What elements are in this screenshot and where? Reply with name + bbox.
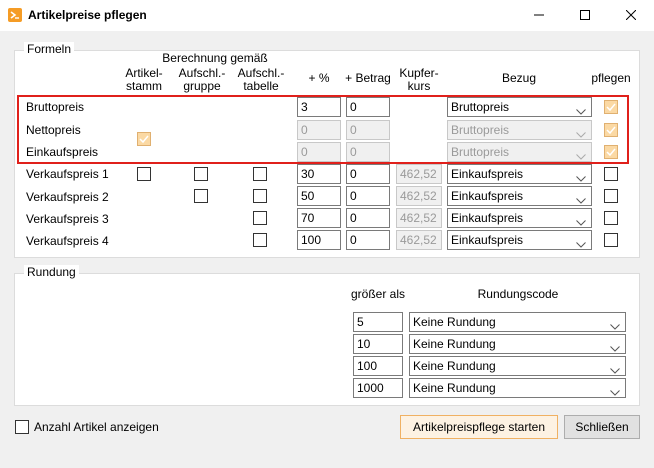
- aufschltabelle-checkbox-vk3[interactable]: [253, 211, 267, 225]
- maximize-icon: [580, 9, 590, 23]
- chevron-down-icon: [576, 127, 586, 139]
- pflegen-checkbox-vk1[interactable]: [604, 167, 618, 181]
- window-title: Artikelpreise pflegen: [28, 8, 147, 22]
- groesser-input-3[interactable]: 100: [353, 356, 403, 376]
- header-artikelstamm: Artikel-stamm: [125, 66, 163, 93]
- bezug-select-bruttopreis[interactable]: Bruttopreis: [447, 97, 592, 117]
- rundungscode-select-1[interactable]: Keine Rundung: [409, 312, 626, 332]
- chevron-down-icon: [610, 319, 620, 331]
- bezug-select-einkaufspreis[interactable]: Bruttopreis: [447, 142, 592, 162]
- minimize-button[interactable]: [516, 0, 562, 31]
- aufschltabelle-checkbox-vk1[interactable]: [253, 167, 267, 181]
- prozent-input-vk1[interactable]: 30: [297, 164, 341, 184]
- prozent-input-nettopreis[interactable]: 0: [297, 120, 341, 140]
- betrag-input-einkaufspreis[interactable]: 0: [346, 142, 390, 162]
- kupferkurs-input-vk1[interactable]: 462,52: [396, 164, 442, 184]
- header-betrag: + Betrag: [345, 71, 391, 85]
- pflegen-checkbox-vk3[interactable]: [604, 211, 618, 225]
- header-bezug: Bezug: [501, 71, 537, 85]
- chevron-down-icon: [610, 385, 620, 397]
- bezug-select-vk1[interactable]: Einkaufspreis: [447, 164, 592, 184]
- betrag-input-vk2[interactable]: 0: [346, 186, 390, 206]
- header-aufschltabelle: Aufschl.- tabelle: [237, 66, 285, 93]
- header-berechnung: Berechnung gemäß: [162, 51, 268, 65]
- prozent-input-vk2[interactable]: 50: [297, 186, 341, 206]
- kupferkurs-input-vk4[interactable]: 462,52: [396, 230, 442, 250]
- header-groesser-als: größer als: [350, 287, 406, 301]
- rundung-legend: Rundung: [24, 265, 79, 279]
- pflegen-checkbox-vk2[interactable]: [604, 189, 618, 203]
- row-label-verkaufspreis-1: Verkaufspreis 1: [26, 167, 109, 181]
- row-label-verkaufspreis-4: Verkaufspreis 4: [26, 234, 109, 248]
- aufschlgruppe-checkbox-vk1[interactable]: [194, 167, 208, 181]
- rundungscode-select-4[interactable]: Keine Rundung: [409, 378, 626, 398]
- schliessen-button[interactable]: Schließen: [564, 415, 640, 439]
- betrag-input-vk1[interactable]: 0: [346, 164, 390, 184]
- kupferkurs-input-vk2[interactable]: 462,52: [396, 186, 442, 206]
- chevron-down-icon: [576, 193, 586, 205]
- chevron-down-icon: [610, 363, 620, 375]
- chevron-down-icon: [576, 237, 586, 249]
- bezug-select-vk3[interactable]: Einkaufspreis: [447, 208, 592, 228]
- groesser-input-4[interactable]: 1000: [353, 378, 403, 398]
- chevron-down-icon: [610, 341, 620, 353]
- pflegen-checkbox-bruttopreis[interactable]: [604, 100, 618, 114]
- header-pflegen: pflegen: [591, 71, 631, 85]
- rundungscode-select-3[interactable]: Keine Rundung: [409, 356, 626, 376]
- header-aufschlgruppe: Aufschl.- gruppe: [178, 66, 226, 93]
- close-button[interactable]: [608, 0, 654, 31]
- header-rundungscode: Rundungscode: [477, 287, 559, 301]
- betrag-input-vk3[interactable]: 0: [346, 208, 390, 228]
- row-label-verkaufspreis-2: Verkaufspreis 2: [26, 190, 109, 204]
- minimize-icon: [534, 9, 544, 23]
- prozent-input-vk4[interactable]: 100: [297, 230, 341, 250]
- pflegen-checkbox-nettopreis[interactable]: [604, 123, 618, 137]
- formeln-legend: Formeln: [24, 42, 75, 56]
- row-label-nettopreis: Nettopreis: [26, 123, 81, 137]
- anzahl-artikel-label: Anzahl Artikel anzeigen: [34, 420, 159, 434]
- rundungscode-select-2[interactable]: Keine Rundung: [409, 334, 626, 354]
- row-label-bruttopreis: Bruttopreis: [26, 100, 85, 114]
- aufschltabelle-checkbox-vk2[interactable]: [253, 189, 267, 203]
- start-button[interactable]: Artikelpreispflege starten: [400, 415, 558, 439]
- betrag-input-bruttopreis[interactable]: 0: [346, 97, 390, 117]
- groesser-input-2[interactable]: 10: [353, 334, 403, 354]
- prozent-input-vk3[interactable]: 70: [297, 208, 341, 228]
- close-icon: [625, 9, 637, 23]
- aufschlgruppe-checkbox-vk2[interactable]: [194, 189, 208, 203]
- pflegen-checkbox-vk4[interactable]: [604, 233, 618, 247]
- chevron-down-icon: [576, 104, 586, 116]
- chevron-down-icon: [576, 171, 586, 183]
- prozent-input-einkaufspreis[interactable]: 0: [297, 142, 341, 162]
- bezug-select-vk2[interactable]: Einkaufspreis: [447, 186, 592, 206]
- betrag-input-vk4[interactable]: 0: [346, 230, 390, 250]
- prozent-input-bruttopreis[interactable]: 3: [297, 97, 341, 117]
- title-bar: Artikelpreise pflegen: [0, 0, 654, 31]
- groesser-input-1[interactable]: 5: [353, 312, 403, 332]
- anzahl-artikel-checkbox[interactable]: [15, 420, 29, 434]
- chevron-down-icon: [576, 149, 586, 161]
- betrag-input-nettopreis[interactable]: 0: [346, 120, 390, 140]
- maximize-button[interactable]: [562, 0, 608, 31]
- kupferkurs-input-vk3[interactable]: 462,52: [396, 208, 442, 228]
- artikelstamm-checkbox-vk1[interactable]: [137, 167, 151, 181]
- row-label-einkaufspreis: Einkaufspreis: [26, 145, 99, 159]
- bezug-select-vk4[interactable]: Einkaufspreis: [447, 230, 592, 250]
- chevron-down-icon: [576, 215, 586, 227]
- header-kupferkurs: Kupfer-kurs: [399, 66, 439, 93]
- header-prozent: + %: [308, 71, 330, 85]
- artikelstamm-checkbox[interactable]: [137, 132, 151, 146]
- row-label-verkaufspreis-3: Verkaufspreis 3: [26, 212, 109, 226]
- aufschltabelle-checkbox-vk4[interactable]: [253, 233, 267, 247]
- pflegen-checkbox-einkaufspreis[interactable]: [604, 145, 618, 159]
- bezug-select-nettopreis[interactable]: Bruttopreis: [447, 120, 592, 140]
- app-logo-icon: [8, 8, 22, 22]
